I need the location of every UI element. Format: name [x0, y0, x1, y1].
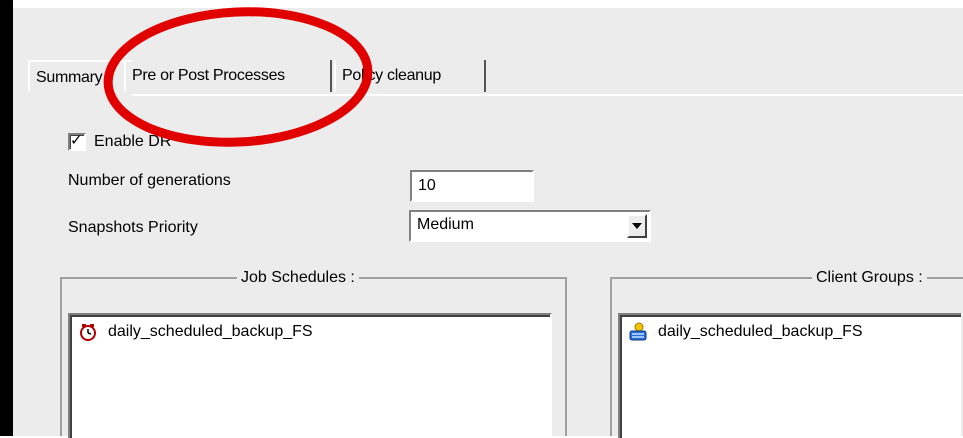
job-schedules-list[interactable]: daily_scheduled_backup_FS — [68, 313, 552, 438]
client-group-name: daily_scheduled_backup_FS — [658, 323, 863, 340]
dropdown-button[interactable] — [627, 214, 647, 238]
job-schedules-title: Job Schedules : — [237, 268, 359, 288]
priority-select-value: Medium — [417, 216, 474, 233]
tab-pre-or-post-processes[interactable]: Pre or Post Processes — [124, 60, 332, 92]
job-schedules-group: Job Schedules : daily_scheduled_backup_F… — [60, 268, 567, 438]
tab-baseline — [132, 94, 963, 96]
client-groups-title: Client Groups : — [812, 268, 927, 288]
enable-dr-checkbox[interactable]: ✓ — [68, 131, 86, 151]
client-groups-list[interactable]: daily_scheduled_backup_FS — [618, 313, 961, 438]
tab-summary[interactable]: Summary — [28, 60, 132, 92]
enable-dr-row[interactable]: ✓ Enable DR — [68, 130, 171, 154]
chevron-down-icon — [632, 223, 642, 229]
client-groups-group: Client Groups : daily_scheduled_backup_F… — [610, 268, 963, 438]
clock-icon — [78, 322, 98, 342]
generations-label: Number of generations — [68, 172, 231, 189]
generations-input[interactable]: 10 — [410, 170, 534, 202]
client-group-icon — [628, 322, 648, 342]
priority-label: Snapshots Priority — [68, 219, 198, 236]
priority-select[interactable]: Medium — [409, 210, 651, 242]
list-item[interactable]: daily_scheduled_backup_FS — [78, 321, 313, 343]
job-schedule-name: daily_scheduled_backup_FS — [108, 323, 313, 340]
enable-dr-label: Enable DR — [94, 133, 172, 150]
checkmark-icon: ✓ — [70, 131, 83, 149]
list-item[interactable]: daily_scheduled_backup_FS — [628, 321, 863, 343]
tab-policy-cleanup[interactable]: Policy cleanup — [334, 60, 486, 92]
window-left-border — [0, 0, 13, 436]
